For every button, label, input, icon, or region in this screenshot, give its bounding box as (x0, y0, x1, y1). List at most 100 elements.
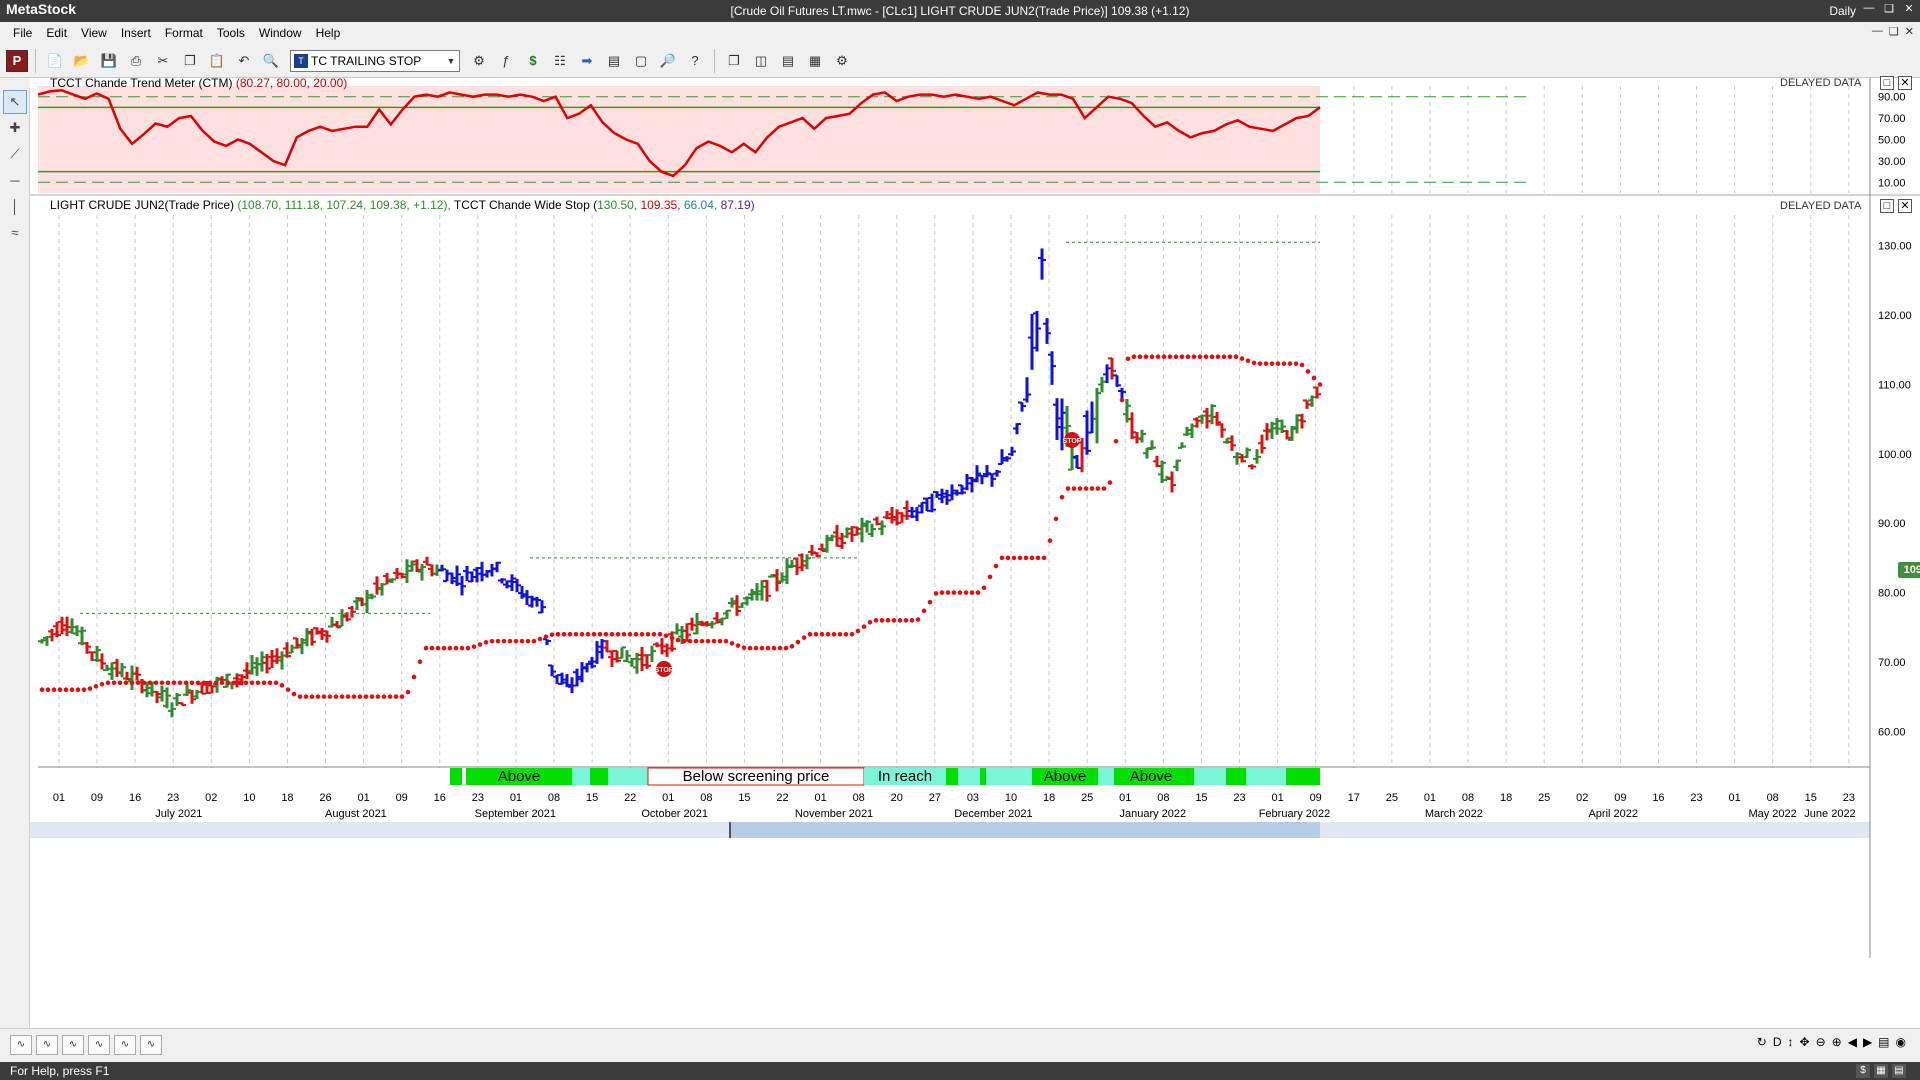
periodicity-button[interactable]: D (1773, 1035, 1782, 1049)
x-month-label: July 2021 (155, 808, 202, 820)
restore-icon[interactable]: ❑ (1882, 2, 1896, 15)
stop-dot (177, 680, 183, 686)
close-pane-icon[interactable]: ✕ (1898, 199, 1912, 213)
pointer-icon[interactable]: ↖ (3, 90, 27, 114)
stop-dot (273, 680, 279, 686)
maximize-pane-icon[interactable]: □ (1880, 199, 1894, 213)
zoom-in-icon[interactable]: ⊕ (1832, 1035, 1842, 1049)
cascade-icon[interactable]: ❐ (722, 49, 746, 73)
price-values: (108.70, 111.18, 107.24, 109.38, +1.12), (237, 198, 451, 212)
arrow-right-icon[interactable]: ➡ (575, 49, 599, 73)
stop-dot (201, 680, 207, 686)
overview-selection (730, 822, 1320, 838)
print-icon[interactable]: ⎙ (124, 49, 148, 73)
crosshair-icon[interactable]: ✚ (3, 116, 27, 140)
scroll-back-icon[interactable]: ◀ (1848, 1035, 1857, 1049)
stop-dot (507, 638, 513, 644)
zoom-icon[interactable]: 🔍 (259, 49, 283, 73)
expert-advisor-icon[interactable]: ⚙ (467, 49, 491, 73)
chart-style-icon[interactable]: ∿ (10, 1034, 32, 1055)
close-pane-icon[interactable]: ✕ (1898, 76, 1912, 90)
chart-style-icon[interactable]: ∿ (140, 1034, 162, 1055)
stop-dot (1239, 356, 1245, 361)
stop-dot (873, 618, 879, 623)
x-day-label: 20 (891, 792, 903, 804)
system-tester-icon[interactable]: ▤ (602, 49, 626, 73)
tile-vertical-icon[interactable]: ◫ (749, 49, 773, 73)
chart-canvas[interactable]: STOP STOP Above Below screening price In re… (30, 78, 1920, 1028)
pan-icon[interactable]: ✥ (1800, 1035, 1810, 1049)
scroll-forward-icon[interactable]: ▶ (1863, 1035, 1872, 1049)
zoom-out-icon[interactable]: ⊖ (1816, 1035, 1826, 1049)
stop-dot (1233, 354, 1239, 360)
dollar-icon[interactable]: $ (521, 49, 545, 73)
tile-horizontal-icon[interactable]: ▤ (776, 49, 800, 73)
stop-dot (627, 631, 633, 637)
close-icon[interactable]: ✕ (1902, 2, 1916, 15)
chart-icon[interactable]: ▤ (1892, 1064, 1906, 1078)
chart-style-icon[interactable]: ∿ (88, 1034, 110, 1055)
x-day-label: 26 (319, 792, 331, 804)
menu-help[interactable]: Help (309, 26, 348, 40)
chevron-down-icon[interactable]: ▼ (443, 56, 459, 66)
properties-icon[interactable]: ▤ (1878, 1035, 1889, 1049)
stop-dot (1059, 494, 1065, 500)
fibonacci-icon[interactable]: ≈ (3, 220, 27, 244)
explorer-icon[interactable]: ☷ (548, 49, 572, 73)
stop-dot (237, 680, 243, 686)
stop-dot (1089, 486, 1095, 491)
settings-icon[interactable]: ⚙ (830, 49, 854, 73)
open-icon[interactable]: 📂 (70, 49, 94, 73)
refresh-icon[interactable]: ↻ (1757, 1035, 1767, 1049)
zone-segment (1098, 768, 1114, 785)
maximize-pane-icon[interactable]: □ (1880, 76, 1894, 90)
cut-icon[interactable]: ✂ (151, 49, 175, 73)
mdi-minimize-icon[interactable]: — (1872, 25, 1883, 38)
x-day-label: 09 (1614, 792, 1626, 804)
minimize-icon[interactable]: — (1862, 2, 1876, 15)
zone-label: In reach (878, 768, 932, 785)
menu-file[interactable]: File (6, 26, 39, 40)
mdi-restore-icon[interactable]: ❑ (1889, 25, 1899, 38)
x-day-label: 23 (1690, 792, 1702, 804)
help-arrow-icon[interactable]: ? (683, 49, 707, 73)
menu-edit[interactable]: Edit (39, 26, 74, 40)
chart-style-icon[interactable]: ∿ (114, 1034, 136, 1055)
stop-dot (1281, 361, 1287, 366)
menu-insert[interactable]: Insert (114, 26, 158, 40)
price-title: LIGHT CRUDE JUN2(Trade Price) (50, 198, 235, 212)
trendline-icon[interactable]: ⟋ (3, 142, 27, 166)
dollar-icon[interactable]: $ (1856, 1064, 1870, 1078)
metastock-logo-icon[interactable]: P (6, 49, 28, 72)
stop-dot (549, 632, 555, 637)
vertical-line-icon[interactable]: │ (3, 194, 27, 218)
periodicity-label[interactable]: Daily (1829, 4, 1856, 18)
save-icon[interactable]: 💾 (97, 49, 121, 73)
indicator-builder-icon[interactable]: ƒ (494, 49, 518, 73)
palette-icon[interactable]: ◉ (1896, 1035, 1906, 1049)
copy-icon[interactable]: ❐ (178, 49, 202, 73)
stop-dot (159, 680, 165, 686)
horizontal-line-icon[interactable]: ─ (3, 168, 27, 192)
mdi-close-icon[interactable]: ✕ (1905, 25, 1914, 38)
menu-format[interactable]: Format (158, 26, 210, 40)
stop-dot (879, 618, 885, 623)
calendar-icon[interactable]: ▦ (1874, 1064, 1888, 1078)
forecaster-icon[interactable]: ▢ (629, 49, 653, 73)
tile-grid-icon[interactable]: ▦ (803, 49, 827, 73)
menu-view[interactable]: View (74, 26, 114, 40)
menu-window[interactable]: Window (252, 26, 309, 40)
menu-tools[interactable]: Tools (210, 26, 252, 40)
new-icon[interactable]: 📄 (43, 49, 67, 73)
scroll-left-icon[interactable]: ↕ (1788, 1035, 1794, 1049)
expert-advisor-select[interactable]: T TC TRAILING STOP ▼ (290, 49, 460, 72)
chart-style-icon[interactable]: ∿ (36, 1034, 58, 1055)
stop-dot (1161, 354, 1167, 360)
stop-dot (489, 638, 495, 644)
search-chart-icon[interactable]: 🔎 (656, 49, 680, 73)
chart-style-icon[interactable]: ∿ (62, 1034, 84, 1055)
stop-dot (819, 631, 825, 637)
paste-icon[interactable]: 📋 (205, 49, 229, 73)
undo-icon[interactable]: ↶ (232, 49, 256, 73)
stop-dot (777, 645, 783, 651)
